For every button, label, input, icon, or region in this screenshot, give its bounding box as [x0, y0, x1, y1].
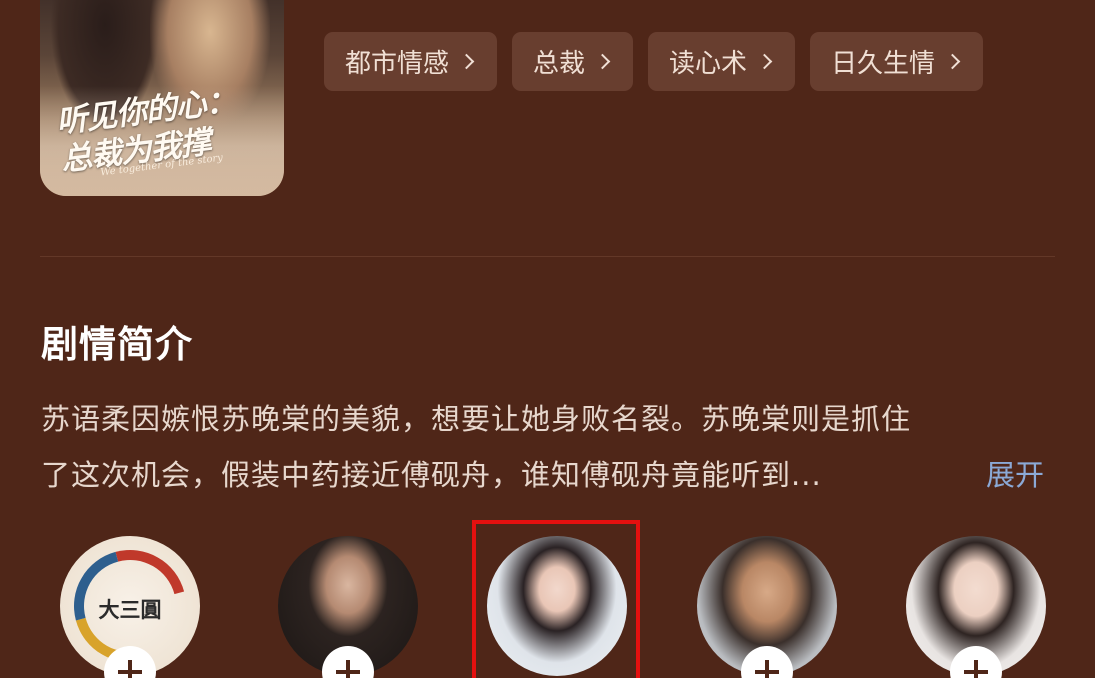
- tag-slow-burn-love[interactable]: 日久生情: [810, 32, 984, 91]
- tag-label: 日久生情: [831, 49, 936, 79]
- tag-urban-romance[interactable]: 都市情感: [324, 32, 498, 91]
- tag-ceo[interactable]: 总裁: [512, 32, 634, 91]
- expand-synopsis-link[interactable]: 展开: [986, 447, 1044, 503]
- chevron-right-icon: [594, 53, 611, 70]
- section-divider: [40, 256, 1055, 257]
- synopsis-text: 苏语柔因嫉恨苏晚棠的美貌，想要让她身败名裂。苏晚棠则是抓住 了这次机会，假装中药…: [41, 391, 1057, 503]
- highlight-box: [472, 520, 640, 678]
- synopsis-title: 剧情简介: [41, 323, 193, 366]
- drama-poster[interactable]: 听见你的心： 总裁为我撑 We together of the story: [40, 0, 284, 196]
- tag-label: 总裁: [533, 49, 586, 79]
- logo-text: 大三圓: [98, 597, 162, 622]
- tag-mind-reading[interactable]: 读心术: [648, 32, 796, 91]
- tag-label: 读心术: [669, 49, 748, 79]
- drama-detail-page: 听见你的心： 总裁为我撑 We together of the story 都市…: [0, 0, 1095, 678]
- chevron-right-icon: [458, 53, 475, 70]
- chevron-right-icon: [756, 53, 773, 70]
- tag-label: 都市情感: [345, 49, 450, 79]
- synopsis-line-2: 了这次机会，假装中药接近傅砚舟，谁知傅砚舟竟能听到...: [41, 458, 822, 492]
- synopsis-line-1: 苏语柔因嫉恨苏晚棠的美貌，想要让她身败名裂。苏晚棠则是抓住: [41, 402, 912, 436]
- chevron-right-icon: [944, 53, 961, 70]
- genre-tags: 都市情感 总裁 读心术 日久生情: [324, 32, 984, 91]
